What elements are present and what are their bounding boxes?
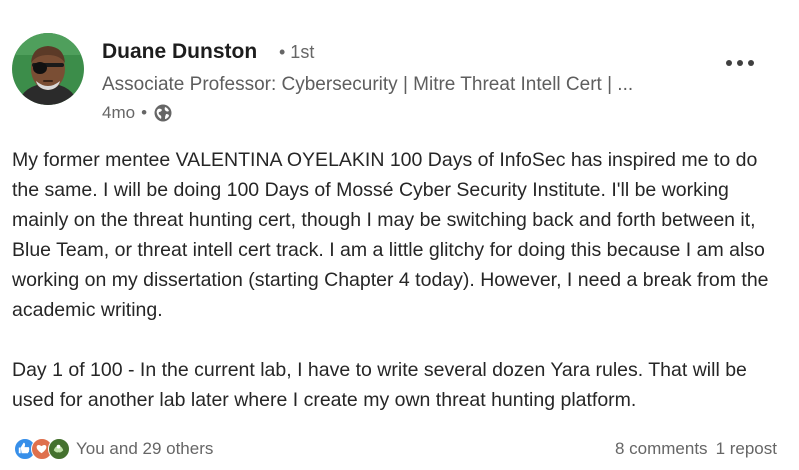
author-name[interactable]: Duane Dunston [102, 40, 257, 64]
support-icon [48, 438, 70, 460]
reposts-count[interactable]: 1 repost [716, 439, 777, 459]
post-body: My former mentee VALENTINA OYELAKIN 100 … [12, 145, 787, 415]
engagement-counts: 8 comments 1 repost [615, 439, 777, 459]
reactions-label: You and 29 others [76, 439, 214, 458]
comments-count[interactable]: 8 comments [615, 439, 708, 459]
post-paragraph: Day 1 of 100 - In the current lab, I hav… [12, 359, 747, 411]
author-avatar[interactable] [12, 33, 84, 105]
profile-photo [12, 33, 84, 105]
globe-icon [153, 103, 173, 123]
connection-degree: • 1st [279, 42, 315, 62]
reaction-icons [14, 438, 72, 460]
reactions-summary[interactable]: You and 29 others [14, 436, 213, 462]
post-paragraph: My former mentee VALENTINA OYELAKIN 100 … [12, 149, 769, 321]
author-headline[interactable]: Associate Professor: Cybersecurity | Mit… [102, 74, 633, 96]
post-meta: 4mo • [102, 102, 173, 124]
post-time[interactable]: 4mo [102, 103, 135, 123]
more-icon [726, 60, 754, 66]
more-options-button[interactable] [718, 48, 762, 78]
meta-separator: • [141, 103, 148, 122]
